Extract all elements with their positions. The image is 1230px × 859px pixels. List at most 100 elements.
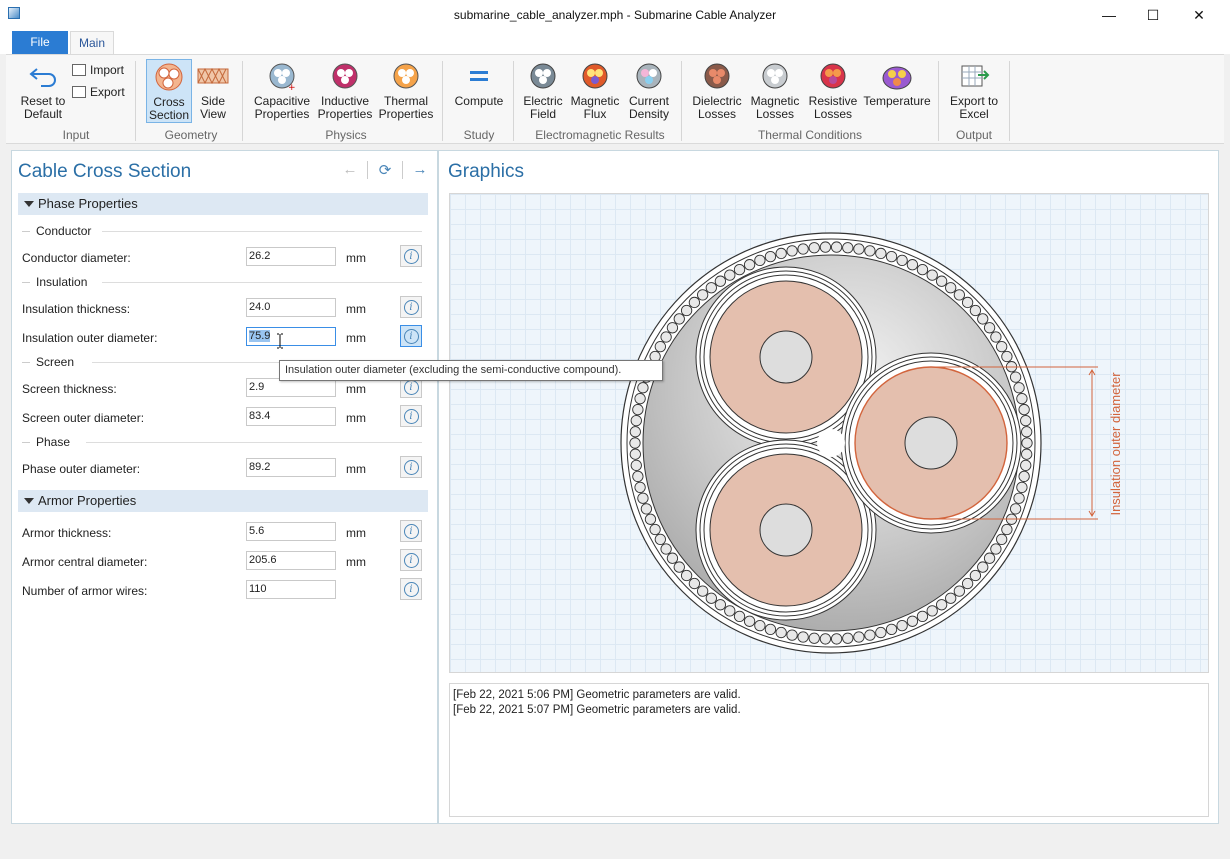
cross-section-button[interactable]: Cross Section xyxy=(146,59,192,123)
minimize-button[interactable]: — xyxy=(1086,0,1132,30)
nav-separator xyxy=(367,161,368,179)
graphics-canvas[interactable]: Insulation outer diameter xyxy=(449,193,1209,673)
electric-field-button[interactable]: Electric Field xyxy=(519,59,567,123)
screen-outer-diameter-input[interactable]: 83.4 xyxy=(246,407,336,426)
armor-wire xyxy=(733,610,746,622)
insulation-outer-diameter-unit: mm xyxy=(346,331,366,345)
thermal-properties-button[interactable]: Thermal Properties xyxy=(376,59,436,123)
insulation-outer-diameter-input[interactable]: 75.9 xyxy=(246,327,336,346)
phase-properties-label: Phase Properties xyxy=(38,196,138,211)
armor-wire xyxy=(926,605,938,617)
armor-thickness-info-button[interactable]: i xyxy=(400,520,422,542)
insulation-thickness-info-button[interactable]: i xyxy=(400,296,422,318)
resistive-losses-icon xyxy=(820,63,846,89)
dielectric-losses-button[interactable]: Dielectric Losses xyxy=(690,59,744,123)
armor-wire xyxy=(637,382,649,394)
phase-outer-diameter-info-button[interactable]: i xyxy=(400,456,422,478)
capacitive-properties-button[interactable]: + Capacitive Properties xyxy=(250,59,314,123)
armor-wire xyxy=(680,304,693,317)
armor-properties-section[interactable]: Armor Properties xyxy=(18,490,428,512)
armor-wire xyxy=(666,322,679,334)
maximize-button[interactable]: ☐ xyxy=(1130,0,1176,30)
armor-wire xyxy=(819,633,832,645)
armor-wire xyxy=(969,569,982,582)
magnetic-flux-button[interactable]: Magnetic Flux xyxy=(569,59,621,123)
export-button[interactable]: Export xyxy=(72,83,125,101)
reset-label: Reset to Default xyxy=(20,94,66,121)
screen-outer-diameter-unit: mm xyxy=(346,411,366,425)
armor-wire xyxy=(1013,492,1025,504)
magnetic-losses-label: Magnetic Losses xyxy=(750,94,800,121)
current-density-button[interactable]: Current Density xyxy=(623,59,675,123)
armor-wire xyxy=(864,629,876,641)
armor-wire xyxy=(743,615,756,627)
armor-central-diameter-input[interactable]: 205.6 xyxy=(246,551,336,570)
armor-wire xyxy=(1009,371,1022,383)
insulation-thickness-input[interactable]: 24.0 xyxy=(246,298,336,317)
armor-wire xyxy=(640,503,653,515)
group-physics: Physics xyxy=(325,128,367,142)
armor-wire xyxy=(842,632,854,644)
armor-central-diameter-info-button[interactable]: i xyxy=(400,549,422,571)
text-cursor-icon xyxy=(277,333,283,349)
ribbon-separator xyxy=(242,61,243,141)
insulation-outer-diameter-info-button[interactable]: i xyxy=(400,325,422,347)
armor-wire xyxy=(666,552,679,564)
armor-thickness-input[interactable]: 5.6 xyxy=(246,522,336,541)
magnetic-losses-button[interactable]: Magnetic Losses xyxy=(748,59,802,123)
armor-wire xyxy=(875,247,887,260)
resistive-losses-button[interactable]: Resistive Losses xyxy=(806,59,860,123)
dielectric-losses-icon xyxy=(704,63,730,89)
reset-to-default-button[interactable]: Reset to Default xyxy=(16,59,70,123)
armor-wire xyxy=(990,543,1002,555)
armor-wire xyxy=(953,585,966,597)
armor-wire xyxy=(830,633,843,645)
export-label: Export xyxy=(90,85,125,99)
current-density-label: Current Density xyxy=(628,94,669,121)
number-of-armor-wires-input[interactable]: 110 xyxy=(246,580,336,599)
excel-export-icon xyxy=(961,65,990,87)
inductive-properties-button[interactable]: Inductive Properties xyxy=(314,59,376,123)
group-electromagnetic-results: Electromagnetic Results xyxy=(535,128,665,142)
screen-outer-diameter-info-button[interactable]: i xyxy=(400,405,422,427)
armor-wire xyxy=(916,610,929,622)
magnetic-flux-icon xyxy=(582,63,608,89)
import-icon xyxy=(72,64,86,76)
selected-text: 75.9 xyxy=(249,330,271,342)
armor-wire xyxy=(634,481,646,494)
phase-outer-diameter-label: Phase outer diameter: xyxy=(22,462,141,476)
phase-outer-diameter-input[interactable]: 89.2 xyxy=(246,458,336,477)
svg-text:+: + xyxy=(288,83,296,91)
info-tooltip: Insulation outer diameter (excluding the… xyxy=(279,360,663,381)
phase-properties-section[interactable]: Phase Properties xyxy=(18,193,428,215)
electric-field-label: Electric Field xyxy=(523,94,563,121)
armor-wire xyxy=(705,282,717,294)
armor-wire xyxy=(660,331,672,343)
capacitive-label: Capacitive Properties xyxy=(253,94,311,121)
side-view-label: Side View xyxy=(200,94,226,121)
cross-section-icon xyxy=(155,63,183,91)
number-of-armor-wires-info-button[interactable]: i xyxy=(400,578,422,600)
forward-arrow-icon[interactable]: → xyxy=(409,161,431,179)
armor-wire xyxy=(1009,503,1022,515)
export-to-excel-button[interactable]: Export to Excel xyxy=(944,59,1004,123)
refresh-icon[interactable]: ⟳ xyxy=(374,161,396,179)
ribbon: Reset to Default Import Export Input Cro… xyxy=(6,54,1224,144)
tab-main[interactable]: Main xyxy=(70,31,114,54)
conductor-diameter-input[interactable]: 26.2 xyxy=(246,247,336,266)
compute-button[interactable]: Compute xyxy=(450,59,508,123)
armor-wire xyxy=(654,533,666,546)
import-button[interactable]: Import xyxy=(72,61,124,79)
back-arrow-icon[interactable]: ← xyxy=(339,161,361,179)
armor-wire xyxy=(696,585,709,597)
temperature-button[interactable]: Temperature xyxy=(862,59,932,123)
armor-wire xyxy=(660,543,672,555)
armor-central-diameter-unit: mm xyxy=(346,555,366,569)
close-button[interactable]: ✕ xyxy=(1176,0,1222,30)
armor-wire xyxy=(632,470,644,483)
side-view-button[interactable]: Side View xyxy=(194,59,232,123)
armor-wire xyxy=(990,331,1002,343)
conductor-diameter-info-button[interactable]: i xyxy=(400,245,422,267)
armor-wire xyxy=(853,631,865,643)
tab-file[interactable]: File xyxy=(12,31,68,54)
